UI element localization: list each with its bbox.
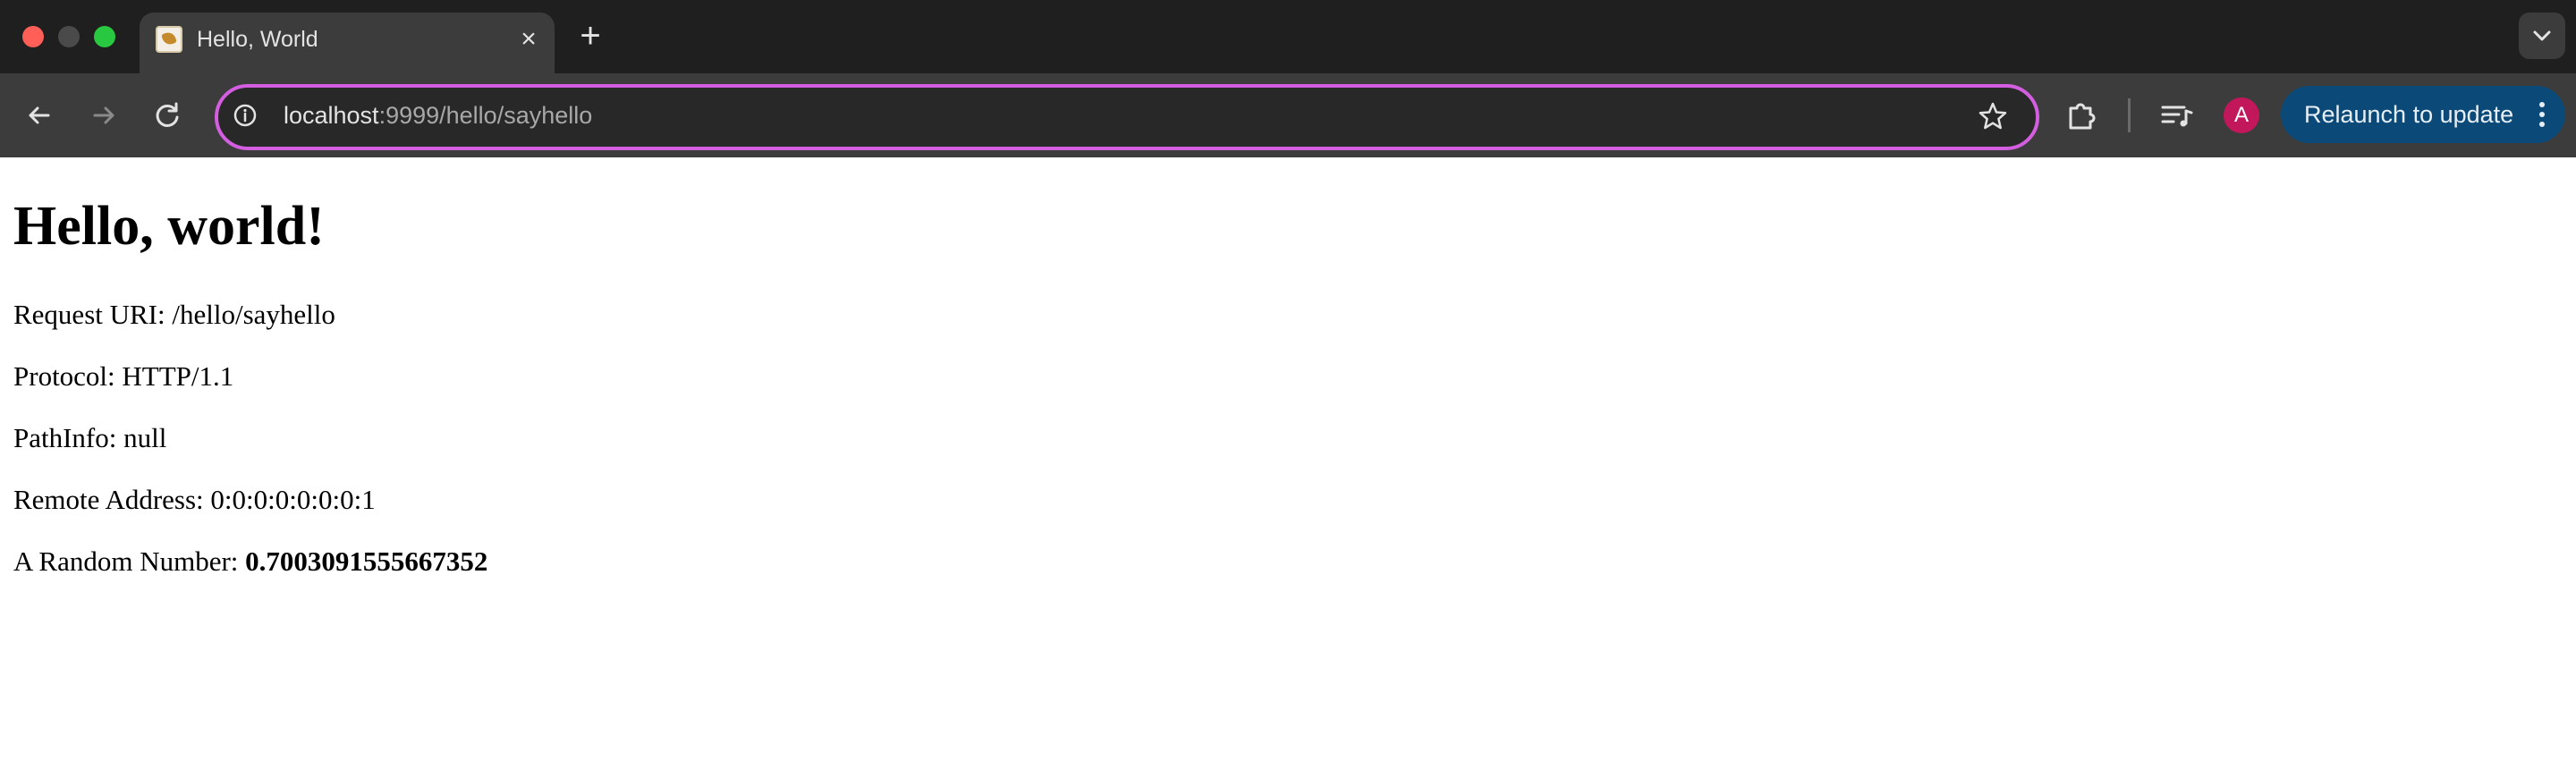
forward-arrow-icon xyxy=(93,106,114,124)
star-icon[interactable] xyxy=(1977,100,2009,132)
info-icon[interactable] xyxy=(232,102,258,129)
url-path: :9999/hello/sayhello xyxy=(378,102,593,129)
page-heading: Hello, world! xyxy=(13,196,325,257)
protocol-line: Protocol: HTTP/1.1 xyxy=(13,360,233,393)
window-minimize-button[interactable] xyxy=(58,26,80,47)
reload-button[interactable] xyxy=(146,94,189,137)
tab-title: Hello, World xyxy=(197,27,318,52)
url-text[interactable]: localhost:9999/hello/sayhello xyxy=(284,102,592,130)
page-content: Hello, world! Request URI: /hello/sayhel… xyxy=(0,157,2576,761)
random-number-label: A Random Number: xyxy=(13,545,246,577)
favicon-icon xyxy=(156,26,182,53)
browser-toolbar: localhost:9999/hello/sayhello A Relaunch… xyxy=(0,73,2576,157)
pathinfo-label: PathInfo: xyxy=(13,422,124,453)
new-tab-plus-icon[interactable]: + xyxy=(572,18,608,54)
chevron-down-icon xyxy=(2533,30,2551,41)
window-maximize-button[interactable] xyxy=(94,26,115,47)
remote-address-value: 0:0:0:0:0:0:0:1 xyxy=(210,484,376,515)
tab-search-button[interactable] xyxy=(2519,13,2565,59)
remote-address-line: Remote Address: 0:0:0:0:0:0:0:1 xyxy=(13,484,376,516)
random-number-value: 0.7003091555667352 xyxy=(245,545,488,577)
toolbar-separator xyxy=(2128,98,2131,132)
relaunch-label: Relaunch to update xyxy=(2304,101,2514,128)
request-uri-label: Request URI: xyxy=(13,299,173,330)
window-close-button[interactable] xyxy=(22,26,44,47)
media-control-icon[interactable] xyxy=(2157,97,2195,134)
remote-address-label: Remote Address: xyxy=(13,484,211,515)
protocol-label: Protocol: xyxy=(13,360,123,392)
request-uri-value: /hello/sayhello xyxy=(172,299,335,330)
protocol-value: HTTP/1.1 xyxy=(122,360,234,392)
active-tab[interactable]: Hello, World × xyxy=(140,13,555,73)
tab-close-icon[interactable]: × xyxy=(513,24,544,55)
relaunch-to-update-button[interactable]: Relaunch to update xyxy=(2281,86,2565,143)
pathinfo-value: null xyxy=(123,422,167,453)
request-uri-line: Request URI: /hello/sayhello xyxy=(13,299,335,331)
puzzle-icon[interactable] xyxy=(2063,97,2100,134)
forward-button[interactable] xyxy=(82,94,125,137)
url-host: localhost xyxy=(284,102,379,129)
profile-avatar[interactable]: A xyxy=(2224,97,2259,133)
back-arrow-icon xyxy=(29,106,50,124)
random-number-line: A Random Number: 0.7003091555667352 xyxy=(13,545,487,578)
tab-strip: Hello, World × + xyxy=(0,0,2576,73)
address-bar[interactable]: localhost:9999/hello/sayhello xyxy=(215,84,2039,150)
back-button[interactable] xyxy=(18,94,61,137)
reload-icon xyxy=(156,102,179,127)
pathinfo-line: PathInfo: null xyxy=(13,422,166,454)
kebab-menu-icon[interactable] xyxy=(2533,98,2551,131)
